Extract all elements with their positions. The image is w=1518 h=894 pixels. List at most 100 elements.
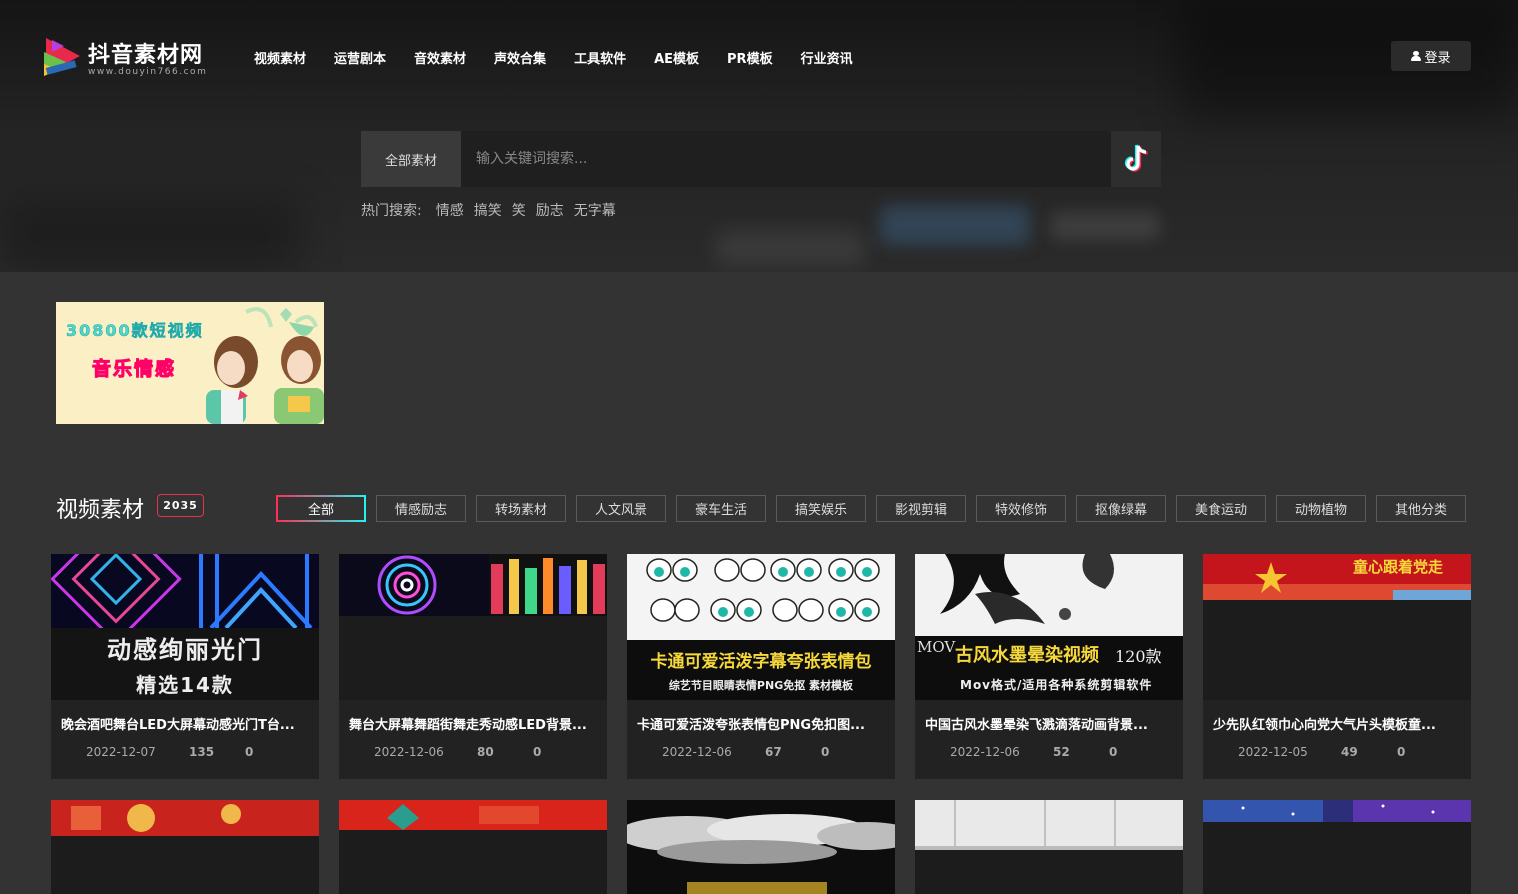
hot-search-item[interactable]: 无字幕 — [574, 200, 616, 220]
logo-title: 抖音素材网 — [88, 43, 204, 68]
filter-other[interactable]: 其他分类 — [1376, 495, 1466, 522]
card-meta: 2022-12-06 52 0 — [950, 745, 1117, 759]
caption-count: 120款 — [1115, 647, 1162, 666]
nav-item-news[interactable]: 行业资讯 — [801, 48, 853, 67]
user-icon — [1411, 51, 1422, 61]
video-card[interactable] — [51, 800, 319, 894]
hot-search-label: 热门搜索: — [361, 203, 422, 219]
video-card[interactable]: 卡通可爱活泼字幕夸张表情包 综艺节目眼睛表情PNG免抠 素材模板 卡通可爱活泼夸… — [627, 554, 895, 779]
search-input[interactable] — [461, 131, 1111, 187]
caption-subtitle: Mov格式/适用各种系统剪辑软件 — [960, 678, 1153, 692]
card-meta: 2022-12-07 135 0 — [86, 745, 253, 759]
nav-item-sound-fx[interactable]: 声效合集 — [494, 48, 546, 67]
main-nav: 视频素材 运营剧本 音效素材 声效合集 工具软件 AE模板 PR模板 行业资讯 — [254, 48, 881, 67]
caption-title: 古风水墨晕染视频 — [955, 645, 1099, 666]
card-caption: 动感绚丽光门 精选14款 — [51, 628, 319, 700]
hero-background-blur — [715, 230, 865, 266]
hot-search-item[interactable]: 励志 — [536, 200, 564, 220]
nav-item-audio[interactable]: 音效素材 — [414, 48, 466, 67]
search-category-select[interactable]: 全部素材 — [361, 131, 461, 187]
filter-emotion[interactable]: 情感励志 — [376, 495, 466, 522]
card-thumbnail: 卡通可爱活泼字幕夸张表情包 综艺节目眼睛表情PNG免抠 素材模板 — [627, 554, 895, 700]
card-views: 67 — [765, 745, 782, 759]
card-thumbnail — [339, 800, 607, 894]
filter-food-sports[interactable]: 美食运动 — [1176, 495, 1266, 522]
hero-background-blur — [0, 200, 300, 272]
nav-item-ae-templates[interactable]: AE模板 — [654, 48, 699, 67]
video-card[interactable]: MOV 古风水墨晕染视频 120款 Mov格式/适用各种系统剪辑软件 中国古风水… — [915, 554, 1183, 779]
nav-item-tools[interactable]: 工具软件 — [574, 48, 626, 67]
card-thumbnail — [51, 800, 319, 894]
tiktok-icon — [1124, 144, 1148, 172]
card-views: 49 — [1341, 745, 1358, 759]
hot-search-item[interactable]: 笑 — [512, 200, 526, 220]
card-title[interactable]: 少先队红领巾心向党大气片头模板童... — [1213, 714, 1463, 733]
category-filters: 全部 情感励志 转场素材 人文风景 豪车生活 搞笑娱乐 影视剪辑 特效修饰 抠像… — [276, 495, 1476, 522]
card-thumbnail: MOV 古风水墨晕染视频 120款 Mov格式/适用各种系统剪辑软件 — [915, 554, 1183, 700]
card-likes: 0 — [1109, 745, 1118, 759]
search-bar: 全部素材 — [361, 131, 1161, 187]
video-card[interactable]: 动感绚丽光门 精选14款 晚会酒吧舞台LED大屏幕动感光门T台... 2022-… — [51, 554, 319, 779]
search-button[interactable] — [1111, 131, 1161, 187]
card-views: 52 — [1053, 745, 1070, 759]
video-card[interactable]: 童心跟着党走 少先队红领巾心向党大气片头模板童... 2022-12-05 49… — [1203, 554, 1471, 779]
video-card[interactable]: 舞台大屏幕舞蹈街舞走秀动感LED背景... 2022-12-06 80 0 — [339, 554, 607, 779]
filter-all[interactable]: 全部 — [276, 495, 366, 522]
card-thumbnail — [627, 800, 895, 894]
site-logo[interactable]: 抖音素材网 www.douyin766.com — [42, 36, 212, 82]
hot-search: 热门搜索: 情感 搞笑 笑 励志 无字幕 — [361, 200, 626, 220]
video-card[interactable] — [627, 800, 895, 894]
card-date: 2022-12-05 — [1238, 745, 1308, 759]
filter-effects[interactable]: 特效修饰 — [976, 495, 1066, 522]
hot-search-item[interactable]: 情感 — [436, 200, 464, 220]
card-title[interactable]: 晚会酒吧舞台LED大屏幕动感光门T台... — [61, 714, 311, 733]
card-thumbnail: 童心跟着党走 — [1203, 554, 1471, 700]
card-meta: 2022-12-06 67 0 — [662, 745, 829, 759]
nav-item-scripts[interactable]: 运营剧本 — [334, 48, 386, 67]
card-meta: 2022-12-06 80 0 — [374, 745, 541, 759]
login-button[interactable]: 登录 — [1391, 41, 1471, 71]
card-likes: 0 — [533, 745, 542, 759]
card-views: 135 — [189, 745, 215, 759]
hero-header: 抖音素材网 www.douyin766.com 视频素材 运营剧本 音效素材 声… — [0, 0, 1518, 272]
video-card[interactable] — [339, 800, 607, 894]
caption-format: MOV — [917, 638, 956, 656]
card-views: 80 — [477, 745, 494, 759]
card-caption: 卡通可爱活泼字幕夸张表情包 综艺节目眼睛表情PNG免抠 素材模板 — [627, 640, 895, 700]
card-date: 2022-12-06 — [950, 745, 1020, 759]
filter-luxury[interactable]: 豪车生活 — [676, 495, 766, 522]
section-title: 视频素材 — [56, 498, 145, 523]
card-thumbnail — [915, 800, 1183, 894]
card-date: 2022-12-06 — [662, 745, 732, 759]
caption-title: 卡通可爱活泼字幕夸张表情包 — [650, 652, 872, 672]
caption-subtitle: 精选14款 — [136, 673, 234, 697]
filter-animals-plants[interactable]: 动物植物 — [1276, 495, 1366, 522]
hero-background-blur — [1050, 212, 1160, 240]
card-title[interactable]: 卡通可爱活泼夸张表情包PNG免扣图... — [637, 714, 887, 733]
logo-subtitle: www.douyin766.com — [88, 67, 208, 77]
banner-title: 30800款短视频 — [66, 321, 204, 341]
card-caption: MOV 古风水墨晕染视频 120款 Mov格式/适用各种系统剪辑软件 — [915, 636, 1183, 700]
card-title[interactable]: 中国古风水墨晕染飞溅滴落动画背景... — [925, 714, 1175, 733]
caption-subtitle: 综艺节目眼睛表情PNG免抠 素材模板 — [668, 679, 854, 692]
filter-green-screen[interactable]: 抠像绿幕 — [1076, 495, 1166, 522]
promo-banner[interactable]: 30800款短视频 音乐情感 — [56, 302, 324, 424]
filter-transition[interactable]: 转场素材 — [476, 495, 566, 522]
filter-film-edit[interactable]: 影视剪辑 — [876, 495, 966, 522]
card-title[interactable]: 舞台大屏幕舞蹈街舞走秀动感LED背景... — [349, 714, 599, 733]
filter-scenery[interactable]: 人文风景 — [576, 495, 666, 522]
hero-background-blur — [880, 205, 1030, 245]
nav-item-video[interactable]: 视频素材 — [254, 48, 306, 67]
video-card[interactable] — [1203, 800, 1471, 894]
banner-subtitle: 音乐情感 — [91, 358, 177, 381]
card-date: 2022-12-07 — [86, 745, 156, 759]
card-meta: 2022-12-05 49 0 — [1238, 745, 1405, 759]
filter-funny[interactable]: 搞笑娱乐 — [776, 495, 866, 522]
login-label: 登录 — [1424, 50, 1451, 66]
card-likes: 0 — [1397, 745, 1406, 759]
video-card[interactable] — [915, 800, 1183, 894]
nav-item-pr-templates[interactable]: PR模板 — [727, 48, 773, 67]
caption-title: 动感绚丽光门 — [107, 636, 263, 664]
section-count-badge: 2035 — [157, 494, 204, 517]
hot-search-item[interactable]: 搞笑 — [474, 200, 502, 220]
